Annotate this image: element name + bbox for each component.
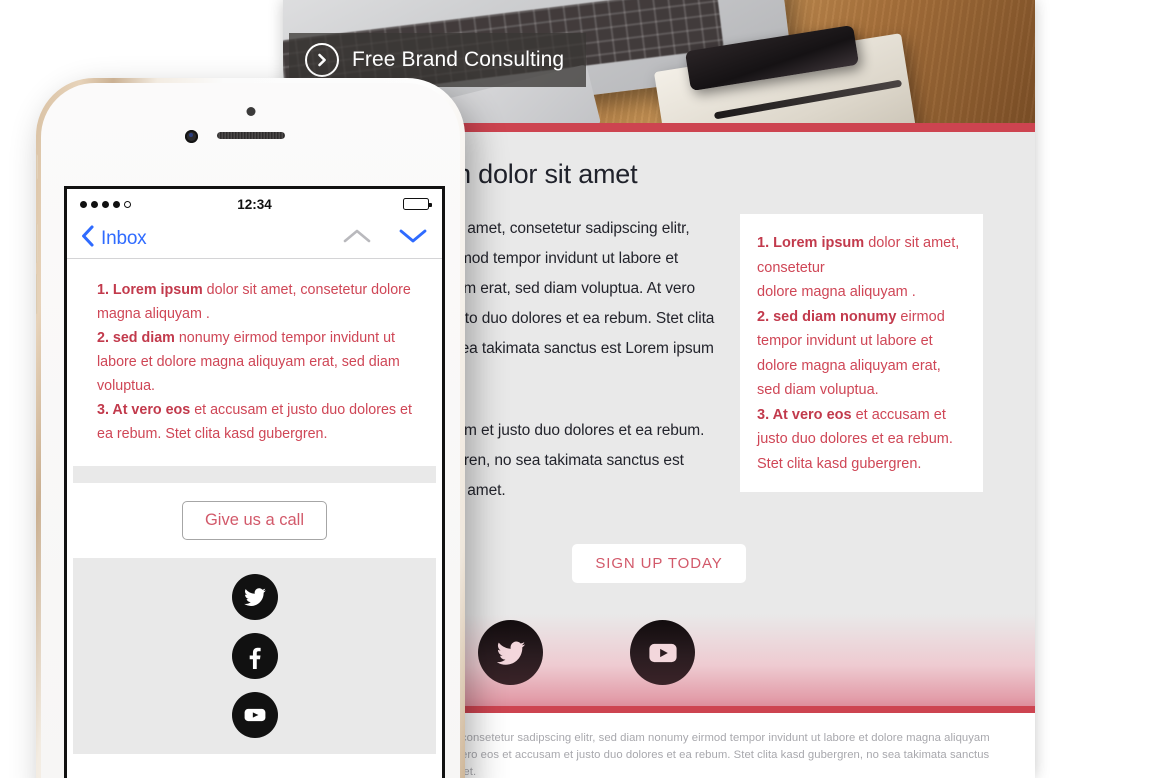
chevron-left-icon <box>81 225 94 252</box>
give-us-a-call-button[interactable]: Give us a call <box>181 501 328 540</box>
content-divider-bar <box>73 466 436 483</box>
iphone-body: 12:34 Inbox 1. Lorem ipsum dolor sit ame… <box>41 83 460 778</box>
sign-up-today-button[interactable]: SIGN UP TODAY <box>572 544 746 583</box>
back-button-label: Inbox <box>101 227 147 249</box>
list-item-number: 1. Lorem ipsum <box>97 282 203 298</box>
list-item-number: 2. sed diam <box>97 330 175 346</box>
youtube-icon[interactable] <box>231 692 278 738</box>
twitter-icon[interactable] <box>478 620 543 685</box>
list-item-number: 3. At vero eos <box>97 402 191 418</box>
silent-switch[interactable] <box>36 154 38 180</box>
sidebar-item: 3. At vero eos et accusam et justo duo d… <box>757 403 966 477</box>
back-to-inbox-button[interactable]: Inbox <box>81 225 147 252</box>
sidebar-item-text: dolore magna aliquyam . <box>757 284 916 300</box>
chevron-up-icon[interactable] <box>342 228 372 249</box>
status-bar-time: 12:34 <box>237 196 272 212</box>
signal-strength-icon <box>80 200 131 208</box>
facebook-icon[interactable] <box>231 633 278 679</box>
hero-cta-label: Free Brand Consulting <box>352 48 565 71</box>
status-bar: 12:34 <box>67 189 442 219</box>
chevron-right-circle-icon <box>305 43 339 77</box>
sidebar-item-number: 3. At vero eos <box>757 406 852 423</box>
front-camera-icon <box>185 130 198 143</box>
email-sidebar-box: 1. Lorem ipsum dolor sit amet, consetetu… <box>740 214 983 492</box>
proximity-sensor-icon <box>246 107 255 116</box>
sidebar-item-number: 2. sed diam nonumy <box>757 308 897 325</box>
iphone-mockup: 12:34 Inbox 1. Lorem ipsum dolor sit ame… <box>36 78 465 778</box>
mail-nav-actions <box>342 228 428 249</box>
list-item: 1. Lorem ipsum dolor sit amet, consetetu… <box>97 278 424 326</box>
screenshot-stage: Free Brand Consulting Lorem ipsum dolor … <box>0 0 1152 778</box>
chevron-down-icon[interactable] <box>398 228 428 249</box>
twitter-icon[interactable] <box>231 574 278 620</box>
call-button-wrapper: Give us a call <box>67 483 442 558</box>
mail-message-content: 1. Lorem ipsum dolor sit amet, consetetu… <box>67 259 442 446</box>
list-item: 3. At vero eos et accusam et justo duo d… <box>97 398 424 446</box>
volume-up-button[interactable] <box>36 223 38 263</box>
list-item: 2. sed diam nonumy eirmod tempor invidun… <box>97 326 424 398</box>
sidebar-item: 2. sed diam nonumy eirmod tempor invidun… <box>757 305 966 403</box>
youtube-icon[interactable] <box>630 620 695 685</box>
mail-nav-bar: Inbox <box>67 219 442 259</box>
sidebar-item: dolore magna aliquyam . <box>757 280 966 305</box>
earpiece-speaker-icon <box>216 132 285 139</box>
iphone-screen: 12:34 Inbox 1. Lorem ipsum dolor sit ame… <box>64 186 445 778</box>
sidebar-item-number: 1. Lorem ipsum <box>757 235 865 251</box>
volume-down-button[interactable] <box>36 274 38 314</box>
battery-icon <box>403 198 432 210</box>
sidebar-item: 1. Lorem ipsum dolor sit amet, consetetu… <box>757 231 966 280</box>
mobile-social-box <box>73 558 436 754</box>
